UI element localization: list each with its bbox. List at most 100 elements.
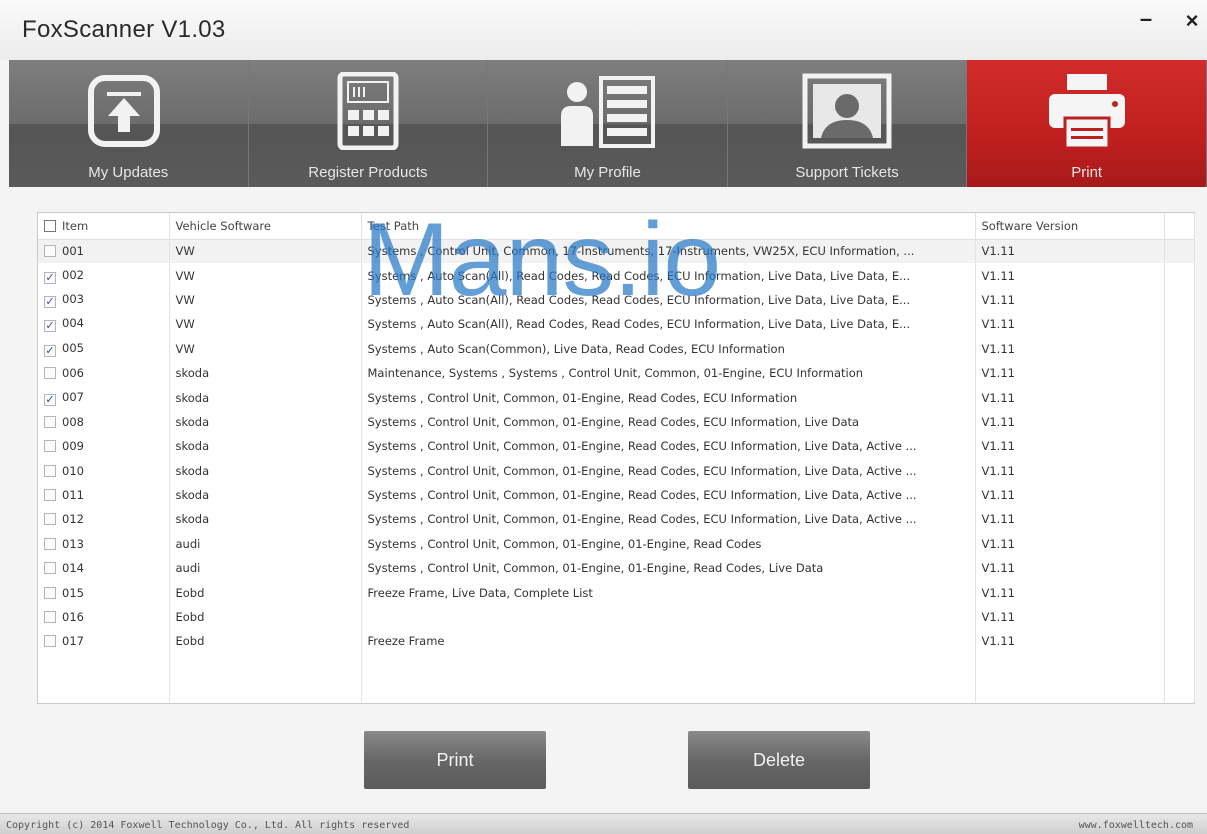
cell-spacer	[1164, 604, 1195, 630]
table-row[interactable]: 016 Eobd V1.11	[38, 604, 1195, 630]
cell-item: 015	[38, 580, 170, 605]
cell-path: Systems , Auto Scan(Common), Live Data, …	[361, 336, 976, 361]
row-checkbox[interactable]	[44, 635, 56, 648]
row-checkbox[interactable]: ✓	[44, 295, 56, 308]
cell-version: V1.11	[975, 629, 1165, 654]
cell-version: V1.11	[975, 482, 1165, 508]
cell-vehicle: audi	[169, 556, 362, 581]
tab-register-products[interactable]: Register Products	[248, 60, 489, 187]
cell-path: Systems , Control Unit, Common, 01-Engin…	[361, 556, 976, 581]
row-checkbox[interactable]	[44, 562, 56, 575]
row-checkbox[interactable]: ✓	[44, 344, 56, 357]
column-header-path[interactable]: Test Path	[361, 213, 976, 240]
row-checkbox[interactable]: ✓	[44, 271, 56, 284]
cell-item: 006	[38, 360, 170, 386]
row-checkbox[interactable]	[44, 464, 56, 477]
table-row[interactable]: ✓ 005 VW Systems , Auto Scan(Common), Live …	[38, 336, 1195, 361]
cell-path: Freeze Frame	[361, 629, 976, 654]
cell-spacer	[1164, 458, 1195, 483]
tab-support-tickets[interactable]: Support Tickets	[727, 60, 968, 187]
empty-cell	[169, 678, 362, 703]
select-all-checkbox[interactable]	[44, 219, 56, 232]
cell-vehicle: skoda	[169, 409, 362, 435]
tab-my-profile[interactable]: My Profile	[488, 60, 728, 187]
cell-version: V1.11	[975, 336, 1165, 361]
close-button[interactable]: ×	[1180, 8, 1204, 34]
item-number: 006	[62, 366, 84, 381]
cell-spacer	[1164, 629, 1195, 654]
minimize-button[interactable]: –	[1134, 6, 1158, 32]
tab-my-updates[interactable]: My Updates	[9, 60, 249, 187]
item-number: 011	[62, 488, 84, 503]
item-number: 010	[62, 463, 84, 478]
cell-item: 014	[38, 556, 170, 581]
cell-path	[361, 604, 976, 630]
row-checkbox[interactable]	[44, 440, 56, 453]
table-row[interactable]: ✓ 004 VW Systems , Auto Scan(All), Read Cod…	[38, 312, 1195, 337]
empty-cell	[1164, 678, 1195, 703]
table-header-row: Item Vehicle Software Test Path Software…	[38, 213, 1195, 240]
cell-path: Systems , Auto Scan(All), Read Codes, Re…	[361, 263, 976, 288]
table-row[interactable]: 013 audi Systems , Control Unit, Common, 0…	[38, 531, 1195, 557]
row-checkbox[interactable]	[44, 367, 56, 380]
cell-vehicle: VW	[169, 312, 362, 337]
cell-vehicle: skoda	[169, 482, 362, 508]
column-header-item[interactable]: Item	[38, 213, 170, 240]
print-button[interactable]: Print	[364, 731, 546, 789]
table-row[interactable]: 017 Eobd Freeze Frame V1.11	[38, 629, 1195, 654]
cell-item: ✓ 007	[38, 385, 170, 410]
results-table: Item Vehicle Software Test Path Software…	[38, 213, 1195, 703]
cell-path: Systems , Control Unit, Common, 01-Engin…	[361, 531, 976, 557]
table-row[interactable]: ✓ 003 VW Systems , Auto Scan(All), Read Cod…	[38, 287, 1195, 313]
table-row[interactable]: 009 skoda Systems , Control Unit, Common, …	[38, 434, 1195, 459]
cell-version: V1.11	[975, 263, 1165, 288]
empty-row	[38, 653, 1195, 679]
row-checkbox[interactable]	[44, 489, 56, 502]
printer-icon	[1048, 74, 1125, 150]
table-row[interactable]: 015 Eobd Freeze Frame, Live Data, Complete…	[38, 580, 1195, 605]
empty-cell	[169, 653, 362, 679]
table-row[interactable]: 014 audi Systems , Control Unit, Common, 0…	[38, 556, 1195, 581]
cell-path: Systems , Auto Scan(All), Read Codes, Re…	[361, 287, 976, 313]
cell-path: Systems , Control Unit, Common, 01-Engin…	[361, 482, 976, 508]
empty-cell	[1164, 653, 1195, 679]
table-row[interactable]: 006 skoda Maintenance, Systems , Systems ,…	[38, 360, 1195, 386]
item-number: 013	[62, 536, 84, 551]
tab-print[interactable]: Print	[967, 60, 1207, 187]
row-checkbox[interactable]	[44, 415, 56, 428]
row-checkbox[interactable]: ✓	[44, 320, 56, 333]
cell-version: V1.11	[975, 409, 1165, 435]
cell-spacer	[1164, 336, 1195, 361]
row-checkbox[interactable]	[44, 586, 56, 599]
row-checkbox[interactable]	[44, 537, 56, 550]
table-row[interactable]: 012 skoda Systems , Control Unit, Common, …	[38, 507, 1195, 532]
cell-version: V1.11	[975, 360, 1165, 386]
item-number: 007	[62, 389, 84, 404]
website-link[interactable]: www.foxwelltech.com	[1079, 820, 1193, 831]
cell-vehicle: skoda	[169, 507, 362, 532]
cell-path: Systems , Auto Scan(All), Read Codes, Re…	[361, 312, 976, 337]
table-row[interactable]: 008 skoda Systems , Control Unit, Common, …	[38, 409, 1195, 435]
row-checkbox[interactable]	[44, 611, 56, 624]
cell-path: Systems , Control Unit, Common, 01-Engin…	[361, 434, 976, 459]
table-row[interactable]: 010 skoda Systems , Control Unit, Common, …	[38, 458, 1195, 483]
item-number: 002	[62, 267, 84, 282]
cell-spacer	[1164, 409, 1195, 435]
table-row[interactable]: 011 skoda Systems , Control Unit, Common, …	[38, 482, 1195, 508]
tab-label: Support Tickets	[795, 164, 899, 181]
empty-cell	[975, 678, 1165, 703]
table-row[interactable]: ✓ 007 skoda Systems , Control Unit, Common,…	[38, 385, 1195, 410]
cell-version: V1.11	[975, 507, 1165, 532]
delete-button[interactable]: Delete	[688, 731, 870, 789]
row-checkbox[interactable]	[44, 245, 56, 258]
item-number: 003	[62, 291, 84, 306]
column-header-version[interactable]: Software Version	[975, 213, 1165, 240]
column-header-vehicle[interactable]: Vehicle Software	[169, 213, 362, 240]
empty-cell	[38, 678, 170, 703]
table-row[interactable]: ✓ 002 VW Systems , Auto Scan(All), Read Cod…	[38, 263, 1195, 288]
cell-spacer	[1164, 507, 1195, 532]
table-row[interactable]: 001 VW Systems , Control Unit, Common, 17-…	[38, 239, 1195, 264]
item-number: 001	[62, 244, 84, 259]
row-checkbox[interactable]: ✓	[44, 393, 56, 406]
row-checkbox[interactable]	[44, 513, 56, 526]
